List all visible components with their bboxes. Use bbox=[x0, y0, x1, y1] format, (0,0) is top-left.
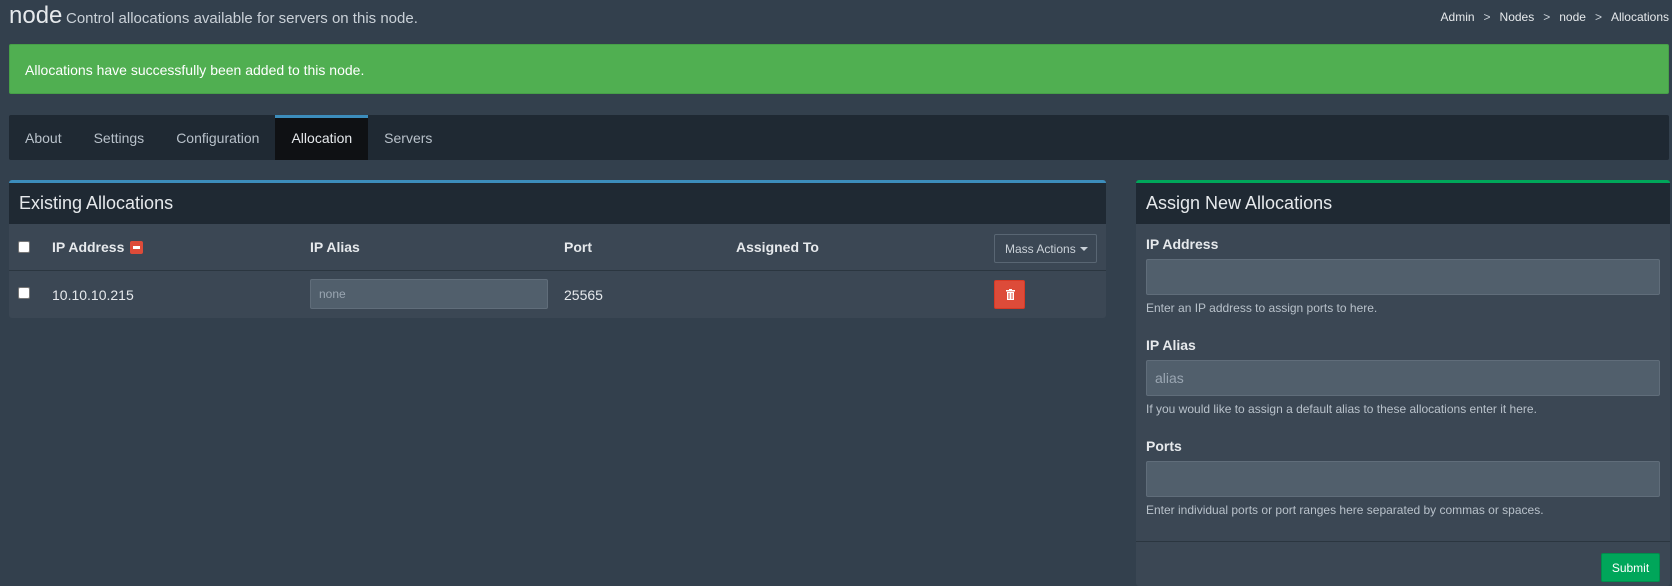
page-subtitle: Control allocations available for server… bbox=[66, 10, 418, 27]
breadcrumb-nodes[interactable]: Nodes bbox=[1500, 10, 1535, 24]
content-header: node Control allocations available for s… bbox=[9, 0, 1669, 40]
breadcrumb-admin[interactable]: Admin bbox=[1441, 10, 1475, 24]
column-port: Port bbox=[564, 239, 592, 255]
assign-allocations-panel: Assign New Allocations IP Address Enter … bbox=[1136, 180, 1670, 586]
column-assigned-to: Assigned To bbox=[736, 239, 819, 255]
ports-help: Enter individual ports or port ranges he… bbox=[1146, 503, 1544, 517]
remove-icon[interactable] bbox=[130, 241, 144, 254]
trash-icon bbox=[1006, 289, 1015, 300]
row-ip-address: 10.10.10.215 bbox=[52, 287, 134, 303]
select-all-checkbox[interactable] bbox=[18, 241, 30, 253]
mass-actions-button[interactable]: Mass Actions bbox=[994, 234, 1097, 263]
assign-form: IP Address Enter an IP address to assign… bbox=[1136, 224, 1670, 517]
ip-address-help: Enter an IP address to assign ports to h… bbox=[1146, 301, 1378, 315]
breadcrumb-separator: > bbox=[1594, 10, 1602, 24]
tab-allocation[interactable]: Allocation bbox=[275, 115, 369, 160]
ports-label: Ports bbox=[1146, 438, 1182, 454]
page: node Control allocations available for s… bbox=[0, 0, 1672, 586]
existing-allocations-panel: Existing Allocations IP Address IP Alias… bbox=[9, 180, 1106, 318]
tab-about[interactable]: About bbox=[9, 115, 78, 160]
ip-alias-help: If you would like to assign a default al… bbox=[1146, 402, 1537, 416]
column-ip-address: IP Address bbox=[52, 239, 144, 255]
tab-configuration[interactable]: Configuration bbox=[160, 115, 275, 160]
row-port: 25565 bbox=[564, 287, 603, 303]
node-tabs: About Settings Configuration Allocation … bbox=[9, 115, 1669, 160]
delete-allocation-button[interactable] bbox=[994, 280, 1025, 309]
success-alert: Allocations have successfully been added… bbox=[9, 44, 1669, 94]
row-checkbox[interactable] bbox=[18, 287, 30, 299]
table-header: IP Address IP Alias Port Assigned To Mas… bbox=[9, 224, 1106, 271]
caret-down-icon bbox=[1079, 247, 1088, 251]
breadcrumb: Admin > Nodes > node > Allocations bbox=[1441, 10, 1669, 24]
breadcrumb-allocations: Allocations bbox=[1610, 10, 1669, 24]
mass-actions-label: Mass Actions bbox=[1005, 242, 1076, 256]
breadcrumb-separator: > bbox=[1483, 10, 1491, 24]
form-footer: Submit bbox=[1136, 541, 1670, 586]
ip-alias-label: IP Alias bbox=[1146, 337, 1196, 353]
existing-allocations-title: Existing Allocations bbox=[9, 183, 1106, 224]
tab-settings[interactable]: Settings bbox=[78, 115, 161, 160]
assign-allocations-title: Assign New Allocations bbox=[1136, 183, 1670, 224]
row-alias-input[interactable] bbox=[310, 279, 548, 309]
breadcrumb-node[interactable]: node bbox=[1559, 10, 1586, 24]
submit-button[interactable]: Submit bbox=[1601, 553, 1660, 582]
column-ip-address-label: IP Address bbox=[52, 239, 125, 255]
ports-input[interactable] bbox=[1146, 461, 1660, 497]
table-row: 10.10.10.215 25565 bbox=[9, 271, 1106, 317]
breadcrumb-separator: > bbox=[1543, 10, 1551, 24]
ip-alias-input[interactable] bbox=[1146, 360, 1660, 396]
ip-address-input[interactable] bbox=[1146, 259, 1660, 295]
ip-address-label: IP Address bbox=[1146, 236, 1219, 252]
tab-servers[interactable]: Servers bbox=[368, 115, 448, 160]
page-title: node bbox=[9, 2, 63, 29]
column-ip-alias: IP Alias bbox=[310, 239, 360, 255]
